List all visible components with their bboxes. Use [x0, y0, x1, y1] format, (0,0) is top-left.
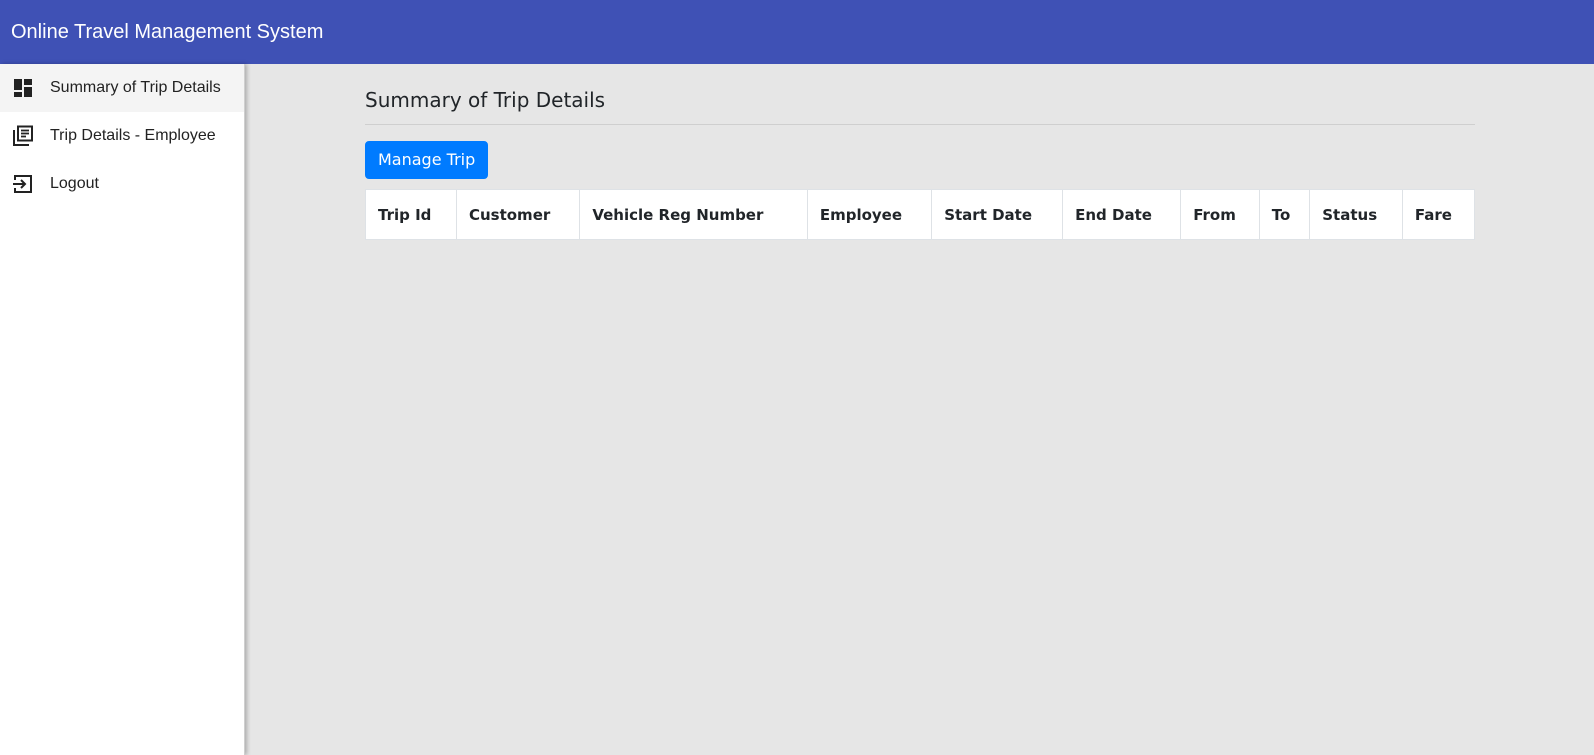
sidebar-item-label: Trip Details - Employee — [50, 127, 216, 144]
column-header-vehicle-reg-number[interactable]: Vehicle Reg Number — [579, 189, 808, 240]
logout-icon — [12, 173, 34, 195]
sidebar: Summary of Trip Details Trip Details - E… — [0, 64, 245, 755]
sidebar-item-summary-of-trip-details[interactable]: Summary of Trip Details — [0, 64, 244, 112]
column-header-status[interactable]: Status — [1309, 189, 1403, 240]
column-header-start-date[interactable]: Start Date — [931, 189, 1064, 240]
sidebar-item-logout[interactable]: Logout — [0, 160, 244, 208]
column-header-from[interactable]: From — [1180, 189, 1260, 240]
table-header-row: Trip Id Customer Vehicle Reg Number Empl… — [365, 189, 1476, 240]
sidebar-item-label: Logout — [50, 175, 99, 192]
column-header-trip-id[interactable]: Trip Id — [365, 189, 457, 240]
column-header-end-date[interactable]: End Date — [1062, 189, 1182, 240]
app-title: Online Travel Management System — [11, 20, 324, 43]
dashboard-icon — [12, 77, 34, 99]
trip-table: Trip Id Customer Vehicle Reg Number Empl… — [365, 189, 1476, 240]
column-header-customer[interactable]: Customer — [455, 189, 581, 240]
column-header-fare[interactable]: Fare — [1401, 189, 1476, 240]
sidebar-item-trip-details-employee[interactable]: Trip Details - Employee — [0, 112, 244, 160]
title-divider — [365, 124, 1475, 125]
column-header-to[interactable]: To — [1258, 189, 1311, 240]
library-books-icon — [12, 125, 34, 147]
page-title: Summary of Trip Details — [365, 88, 606, 112]
manage-trip-button[interactable]: Manage Trip — [365, 141, 489, 179]
column-header-employee[interactable]: Employee — [806, 189, 933, 240]
main-content: Summary of Trip Details Manage Trip Trip… — [365, 64, 1476, 240]
app-bar: Online Travel Management System — [0, 0, 1594, 64]
sidebar-item-label: Summary of Trip Details — [50, 79, 221, 96]
